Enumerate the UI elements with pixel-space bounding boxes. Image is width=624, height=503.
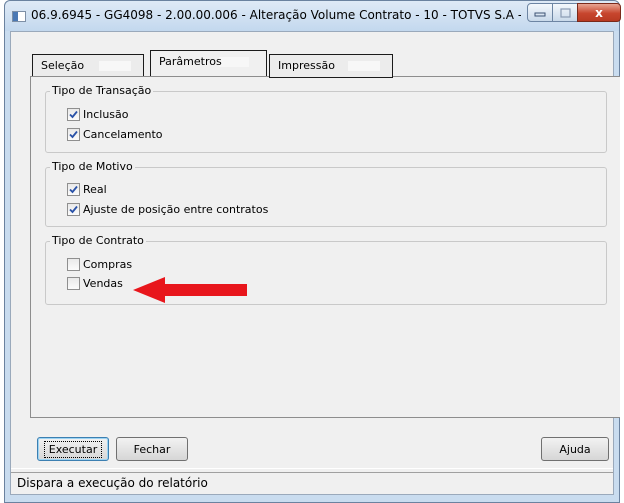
checkbox-box[interactable] xyxy=(67,258,80,271)
checkbox-label: Cancelamento xyxy=(83,128,163,141)
maximize-button[interactable] xyxy=(552,3,578,22)
checkbox-cancelamento[interactable]: Cancelamento xyxy=(67,127,163,142)
close-button[interactable]: x xyxy=(577,3,621,22)
tab-label: Parâmetros xyxy=(159,55,222,68)
app-window: 06.9.6945 - GG4098 - 2.00.00.006 - Alter… xyxy=(4,0,621,503)
minimize-button[interactable] xyxy=(527,3,553,22)
check-icon xyxy=(69,130,78,139)
group-tipo-transacao: Tipo de Transação Inclusão Cancelamento xyxy=(45,84,607,153)
group-tipo-contrato: Tipo de Contrato Compras Vendas xyxy=(45,234,607,305)
checkbox-box[interactable] xyxy=(67,277,80,290)
checkbox-ajuste[interactable]: Ajuste de posição entre contratos xyxy=(67,202,268,217)
checkbox-box[interactable] xyxy=(67,128,80,141)
status-bar: Dispara a execução do relatório xyxy=(11,472,613,494)
checkbox-real[interactable]: Real xyxy=(67,182,107,197)
red-arrow-annotation xyxy=(133,277,247,303)
close-icon: x xyxy=(595,5,603,20)
check-icon xyxy=(69,185,78,194)
check-icon xyxy=(69,110,78,119)
executar-button[interactable]: Executar xyxy=(37,437,109,461)
group-title: Tipo de Motivo xyxy=(50,160,135,173)
status-text: Dispara a execução do relatório xyxy=(17,476,208,490)
check-icon xyxy=(69,205,78,214)
dialog-client-area: Seleção Tipo de Transação Inclusão Cance… xyxy=(10,31,620,495)
checkbox-compras[interactable]: Compras xyxy=(67,257,132,272)
tab-label: Seleção xyxy=(41,59,85,72)
tab-panel-parametros: Tipo de Transação Inclusão Cancelamento … xyxy=(30,76,620,418)
tab-impressao[interactable]: Impressão xyxy=(269,54,393,78)
checkbox-label: Vendas xyxy=(83,277,123,290)
minimize-icon xyxy=(534,12,546,16)
group-title: Tipo de Contrato xyxy=(50,234,146,247)
checkbox-label: Inclusão xyxy=(83,108,129,121)
checkbox-label: Real xyxy=(83,183,107,196)
checkbox-label: Compras xyxy=(83,258,133,271)
app-icon xyxy=(12,11,26,22)
status-separator xyxy=(11,468,613,469)
checkbox-box[interactable] xyxy=(67,108,80,121)
tab-parametros[interactable]: Parâmetros xyxy=(150,50,267,76)
checkbox-box[interactable] xyxy=(67,203,80,216)
group-tipo-motivo: Tipo de Motivo Real Ajuste de posição en… xyxy=(45,160,607,227)
checkbox-box[interactable] xyxy=(67,183,80,196)
checkbox-label: Ajuste de posição entre contratos xyxy=(83,203,269,216)
tab-selecao[interactable]: Seleção xyxy=(32,54,144,78)
tab-label: Impressão xyxy=(278,59,335,72)
checkbox-vendas[interactable]: Vendas xyxy=(67,276,123,291)
title-bar[interactable]: 06.9.6945 - GG4098 - 2.00.00.006 - Alter… xyxy=(5,1,621,31)
fechar-button[interactable]: Fechar xyxy=(116,437,188,461)
group-title: Tipo de Transação xyxy=(50,84,154,97)
window-title: 06.9.6945 - GG4098 - 2.00.00.006 - Alter… xyxy=(31,8,521,22)
checkbox-inclusao[interactable]: Inclusão xyxy=(67,107,129,122)
ajuda-button[interactable]: Ajuda xyxy=(541,437,609,461)
maximize-icon xyxy=(559,7,571,18)
